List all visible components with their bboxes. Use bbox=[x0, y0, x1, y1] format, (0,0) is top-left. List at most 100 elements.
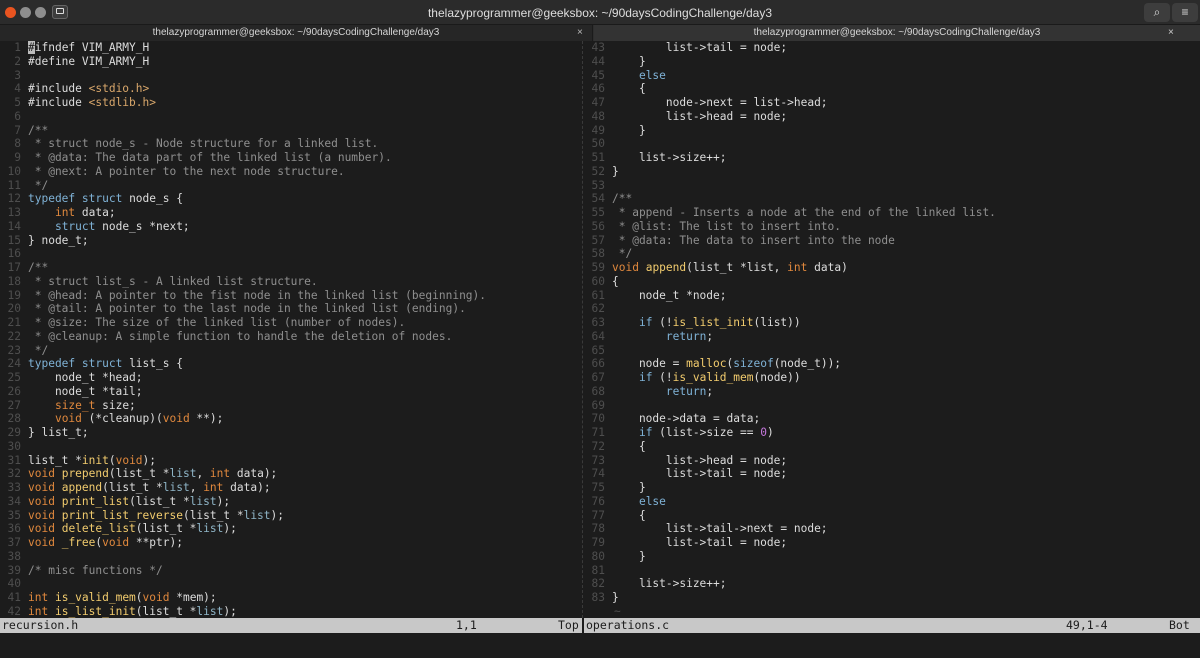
code-line[interactable]: 83} bbox=[584, 591, 1200, 605]
terminal-tab-2[interactable]: thelazyprogrammer@geeksbox: ~/90daysCodi… bbox=[594, 25, 1200, 41]
code-line[interactable]: 15} node_t; bbox=[0, 234, 582, 248]
code-line[interactable]: 23 */ bbox=[0, 344, 582, 358]
code-line[interactable]: 48 list->head = node; bbox=[584, 110, 1200, 124]
code-line[interactable]: 71 if (list->size == 0) bbox=[584, 426, 1200, 440]
code-line[interactable]: 57 * @data: The data to insert into the … bbox=[584, 234, 1200, 248]
code-line[interactable]: 41 int is_valid_mem(void *mem); bbox=[0, 591, 582, 605]
code-line[interactable]: 43 list->tail = node; bbox=[584, 41, 1200, 55]
code-line[interactable]: 77 { bbox=[584, 509, 1200, 523]
code-line[interactable]: 52} bbox=[584, 165, 1200, 179]
code-line[interactable]: 39 /* misc functions */ bbox=[0, 564, 582, 578]
code-line[interactable]: 72 { bbox=[584, 440, 1200, 454]
code-line[interactable]: 9 * @data: The data part of the linked l… bbox=[0, 151, 582, 165]
code-line[interactable]: 53 bbox=[584, 179, 1200, 193]
code-line[interactable]: 76 else bbox=[584, 495, 1200, 509]
code-line[interactable]: 79 list->tail = node; bbox=[584, 536, 1200, 550]
code-line[interactable]: 40 bbox=[0, 577, 582, 591]
code-token: if bbox=[638, 316, 653, 329]
code-line[interactable]: 28 void (*cleanup)(void **); bbox=[0, 412, 582, 426]
code-line[interactable]: 19 * @head: A pointer to the fist node i… bbox=[0, 289, 582, 303]
close-tab-2-icon[interactable]: × bbox=[1168, 25, 1174, 41]
close-tab-1-icon[interactable]: × bbox=[577, 25, 583, 41]
code-line[interactable]: 78 list->tail->next = node; bbox=[584, 522, 1200, 536]
code-line[interactable]: 64 return; bbox=[584, 330, 1200, 344]
editor-pane-right[interactable]: 43 list->tail = node; 44 } 45 else 46 {47 n… bbox=[584, 41, 1200, 618]
code-line[interactable]: 30 bbox=[0, 440, 582, 454]
code-line[interactable]: 47 node->next = list->head; bbox=[584, 96, 1200, 110]
code-line[interactable]: 37 void _free(void **ptr); bbox=[0, 536, 582, 550]
code-token: void bbox=[28, 536, 55, 549]
code-line[interactable]: 58 */ bbox=[584, 247, 1200, 261]
code-line[interactable]: 8 * struct node_s - Node structure for a… bbox=[0, 137, 582, 151]
code-line[interactable]: 36 void delete_list(list_t *list); bbox=[0, 522, 582, 536]
editor-pane-left[interactable]: 1 #ifndef VIM_ARMY_H 2 #define VIM_ARMY_H 3 4… bbox=[0, 41, 582, 618]
terminal-tab-1[interactable]: thelazyprogrammer@geeksbox: ~/90daysCodi… bbox=[0, 25, 593, 41]
menu-button[interactable]: ≡ bbox=[1172, 3, 1198, 22]
code-line[interactable]: 20 * @tail: A pointer to the last node i… bbox=[0, 302, 582, 316]
code-line[interactable]: 67 if (!is_valid_mem(node)) bbox=[584, 371, 1200, 385]
code-line[interactable]: 12 typedef struct node_s { bbox=[0, 192, 582, 206]
code-line[interactable]: 62 bbox=[584, 302, 1200, 316]
vim-command-line[interactable] bbox=[0, 633, 1200, 658]
code-line[interactable]: 13 int data; bbox=[0, 206, 582, 220]
code-line[interactable]: 38 bbox=[0, 550, 582, 564]
code-line[interactable]: 66 node = malloc(sizeof(node_t)); bbox=[584, 357, 1200, 371]
code-line[interactable]: 10 * @next: A pointer to the next node s… bbox=[0, 165, 582, 179]
code-line[interactable]: 34 void print_list(list_t *list); bbox=[0, 495, 582, 509]
code-line[interactable]: 59 void append(list_t *list, int data) bbox=[584, 261, 1200, 275]
code-line[interactable]: 68 return; bbox=[584, 385, 1200, 399]
code-line[interactable]: 4 #include <stdio.h> bbox=[0, 82, 582, 96]
code-line[interactable]: 45 else bbox=[584, 69, 1200, 83]
code-line[interactable]: 50 bbox=[584, 137, 1200, 151]
code-line[interactable]: 56 * @list: The list to insert into. bbox=[584, 220, 1200, 234]
code-line[interactable]: 16 bbox=[0, 247, 582, 261]
code-line[interactable]: 55 * append - Inserts a node at the end … bbox=[584, 206, 1200, 220]
code-line[interactable]: 35 void print_list_reverse(list_t *list); bbox=[0, 509, 582, 523]
code-line[interactable]: 75 } bbox=[584, 481, 1200, 495]
code-line[interactable]: 54 /** bbox=[584, 192, 1200, 206]
code-line[interactable]: 26 node_t *tail; bbox=[0, 385, 582, 399]
code-line[interactable]: 46 { bbox=[584, 82, 1200, 96]
code-line[interactable]: 63 if (!is_list_init(list)) bbox=[584, 316, 1200, 330]
code-line[interactable]: 80 } bbox=[584, 550, 1200, 564]
code-line[interactable]: 22 * @cleanup: A simple function to hand… bbox=[0, 330, 582, 344]
code-line[interactable]: 61 node_t *node; bbox=[584, 289, 1200, 303]
code-line[interactable]: 3 bbox=[0, 69, 582, 83]
code-line[interactable]: ~ bbox=[584, 605, 1200, 618]
code-line[interactable]: 24 typedef struct list_s { bbox=[0, 357, 582, 371]
code-line[interactable]: 18 * struct list_s - A linked list struc… bbox=[0, 275, 582, 289]
code-line[interactable]: 6 bbox=[0, 110, 582, 124]
code-token: node_t *head; bbox=[28, 371, 143, 384]
code-line[interactable]: 1 #ifndef VIM_ARMY_H bbox=[0, 41, 582, 55]
line-text bbox=[28, 69, 582, 83]
code-line[interactable]: 60 { bbox=[584, 275, 1200, 289]
code-line[interactable]: 5 #include <stdlib.h> bbox=[0, 96, 582, 110]
code-line[interactable]: 32 void prepend(list_t *list, int data); bbox=[0, 467, 582, 481]
code-line[interactable]: 31 list_t *init(void); bbox=[0, 454, 582, 468]
code-line[interactable]: 81 bbox=[584, 564, 1200, 578]
code-line[interactable]: 42 int is_list_init(list_t *list); bbox=[0, 605, 582, 618]
code-line[interactable]: 65 bbox=[584, 344, 1200, 358]
code-line[interactable]: 21 * @size: The size of the linked list … bbox=[0, 316, 582, 330]
search-button[interactable]: ⌕ bbox=[1144, 3, 1170, 22]
code-line[interactable]: 82 list->size++; bbox=[584, 577, 1200, 591]
code-line[interactable]: 27 size_t size; bbox=[0, 399, 582, 413]
code-line[interactable]: 29} list_t; bbox=[0, 426, 582, 440]
code-line[interactable]: 2 #define VIM_ARMY_H bbox=[0, 55, 582, 69]
code-line[interactable]: 51 list->size++; bbox=[584, 151, 1200, 165]
code-line[interactable]: 14 struct node_s *next; bbox=[0, 220, 582, 234]
code-line[interactable]: 73 list->head = node; bbox=[584, 454, 1200, 468]
code-line[interactable]: 70 node->data = data; bbox=[584, 412, 1200, 426]
code-line[interactable]: 11 */ bbox=[0, 179, 582, 193]
line-number: 44 bbox=[591, 54, 605, 68]
code-line[interactable]: 7 /** bbox=[0, 124, 582, 138]
code-line[interactable]: 74 list->tail = node; bbox=[584, 467, 1200, 481]
code-line[interactable]: 17 /** bbox=[0, 261, 582, 275]
code-line[interactable]: 25 node_t *head; bbox=[0, 371, 582, 385]
code-line[interactable]: 33 void append(list_t *list, int data); bbox=[0, 481, 582, 495]
code-line[interactable]: 49 } bbox=[584, 124, 1200, 138]
code-line[interactable]: 44 } bbox=[584, 55, 1200, 69]
code-line[interactable]: 69 bbox=[584, 399, 1200, 413]
